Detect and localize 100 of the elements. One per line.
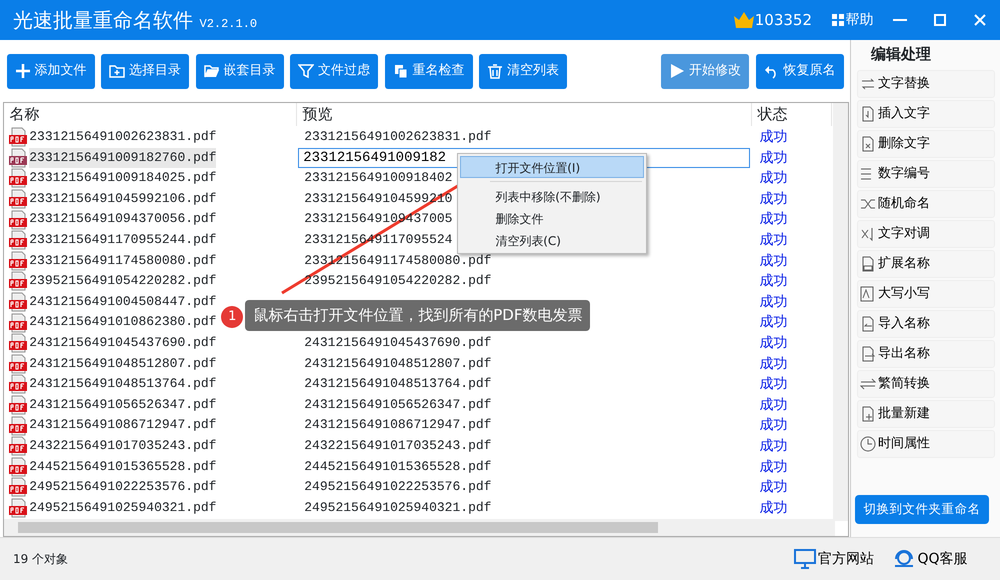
toolbar-button[interactable]: 恢复原名 <box>756 54 844 88</box>
sidebar-item[interactable]: 大写小写 <box>857 280 995 308</box>
vertical-scrollbar[interactable] <box>833 103 848 521</box>
status-text: 成功 <box>759 273 788 290</box>
import-icon <box>860 316 876 332</box>
pdf-file-icon <box>8 189 28 210</box>
column-header[interactable]: 状态 <box>752 103 832 126</box>
file-name[interactable]: 23312156491045992106.pdf <box>29 188 216 210</box>
toolbar-button[interactable]: 添加文件 <box>6 54 94 88</box>
file-name[interactable]: 24312156491048513764.pdf <box>29 374 216 395</box>
file-name[interactable]: 24452156491015365528.pdf <box>29 456 216 478</box>
file-name[interactable]: 24312156491004508447.pdf <box>29 292 216 312</box>
horizontal-scrollbar[interactable] <box>4 519 836 536</box>
preview-name: 24322156491017035243.pdf <box>304 438 492 453</box>
toolbar-button[interactable]: 重名检查 <box>384 54 472 88</box>
toolbar-button[interactable]: 清空列表 <box>479 54 567 88</box>
swap-icon <box>860 376 876 392</box>
file-name[interactable]: 23312156491009184025.pdf <box>29 168 216 189</box>
toolbar-button[interactable]: 嵌套目录 <box>196 54 284 88</box>
file-name[interactable]: 23952156491054220282.pdf <box>29 271 216 292</box>
column-header[interactable]: 预览 <box>297 103 752 126</box>
file-name[interactable]: 24312156491010862380.pdf <box>29 312 216 333</box>
file-name[interactable]: 23312156491002623831.pdf <box>29 127 216 148</box>
status-text: 成功 <box>759 376 788 392</box>
file-name[interactable]: 23312156491174580080.pdf <box>29 250 216 272</box>
help-button[interactable]: 帮助 <box>832 10 874 30</box>
file-name[interactable]: 24322156491017035243.pdf <box>29 436 216 456</box>
pdf-file-icon <box>8 456 28 477</box>
pdf-file-icon <box>8 395 28 416</box>
status-text: 成功 <box>759 479 788 496</box>
preview-name: 24312156491086712947.pdf <box>304 417 492 432</box>
folder-icon <box>204 63 220 79</box>
status-text: 成功 <box>759 438 788 454</box>
toolbar-button[interactable]: 文件过虑 <box>290 54 378 88</box>
sidebar-item[interactable]: 数字编号 <box>857 160 995 188</box>
preview-name: 2331215649100918402 <box>304 170 452 186</box>
sidebar-item[interactable]: 插入文字 <box>857 100 995 128</box>
file-plus-icon <box>860 406 876 422</box>
preview-name: 23312156491002623831.pdf <box>304 129 492 144</box>
sidebar-item[interactable]: 扩展名称 <box>857 250 995 278</box>
sidebar-item[interactable]: 随机命名 <box>857 190 995 218</box>
swap-icon <box>860 76 876 92</box>
status-text: 成功 <box>759 500 788 516</box>
preview-name: 24952156491025940321.pdf <box>304 500 492 515</box>
preview-name: 24312156491056526347.pdf <box>304 396 492 412</box>
menu-item[interactable]: 删除文件 <box>460 207 644 229</box>
pdf-file-icon <box>8 354 28 374</box>
play-icon <box>669 63 685 79</box>
file-icon <box>860 136 876 152</box>
pdf-file-icon <box>8 292 28 312</box>
sidebar-item[interactable]: 导出名称 <box>857 340 995 368</box>
monitor-icon <box>794 549 816 569</box>
file-name[interactable]: 24952156491025940321.pdf <box>29 498 216 518</box>
pdf-file-icon <box>8 333 28 354</box>
switch-mode-button[interactable]: 切换到文件夹重命名 <box>855 495 989 524</box>
preview-name: 24452156491015365528.pdf <box>304 458 492 474</box>
file-icon <box>860 106 876 122</box>
file-name[interactable]: 23312156491170955244.pdf <box>29 230 216 251</box>
file-icon <box>860 256 876 272</box>
grid-icon <box>832 14 844 26</box>
file-name[interactable]: 24312156491048512807.pdf <box>29 354 216 374</box>
sidebar-item[interactable]: 文字替换 <box>857 70 995 98</box>
footer-link[interactable]: 官方网站 <box>794 548 874 570</box>
user-id: 103352 <box>754 10 812 31</box>
sidebar-item[interactable]: 导入名称 <box>857 310 995 338</box>
pdf-file-icon <box>8 374 28 394</box>
pdf-file-icon <box>8 271 28 292</box>
file-name[interactable]: 24312156491056526347.pdf <box>29 394 216 416</box>
toolbar-button[interactable]: 选择目录 <box>101 54 189 88</box>
pdf-file-icon <box>8 250 28 271</box>
sidebar-item[interactable]: 批量新建 <box>857 400 995 428</box>
footer-link[interactable]: QQ客服 <box>893 548 968 570</box>
panel-title: 编辑处理 <box>870 44 932 66</box>
column-header[interactable]: 名称 <box>4 103 298 126</box>
step-number: 1 <box>221 306 244 328</box>
funnel-icon <box>298 63 314 79</box>
status-text: 成功 <box>759 232 788 248</box>
object-count: 19 个对象 <box>13 551 68 568</box>
menu-item[interactable]: 列表中移除(不删除) <box>460 185 644 207</box>
preview-name: 24312156491045437690.pdf <box>304 334 492 350</box>
sidebar-item[interactable]: 繁简转换 <box>857 370 995 398</box>
preview-name: 24952156491022253576.pdf <box>304 479 492 494</box>
sidebar-item[interactable]: 时间属性 <box>857 430 995 458</box>
status-text: 成功 <box>759 458 788 474</box>
file-name[interactable]: 23312156491094370056.pdf <box>29 209 216 230</box>
sidebar-item[interactable]: 删除文字 <box>857 130 995 158</box>
pdf-file-icon <box>8 477 28 498</box>
menu-item[interactable]: 打开文件位置(I) <box>460 156 644 178</box>
status-text: 成功 <box>759 294 788 310</box>
pdf-file-icon <box>8 416 28 436</box>
status-text: 成功 <box>759 150 788 166</box>
file-name[interactable]: 23312156491009182760.pdf <box>29 148 216 168</box>
headset-icon <box>893 549 916 569</box>
file-name[interactable]: 24312156491045437690.pdf <box>29 332 216 354</box>
sidebar-item[interactable]: 文字对调 <box>857 220 995 248</box>
folder-icon <box>109 63 125 79</box>
menu-item[interactable]: 清空列表(C) <box>460 229 644 251</box>
pdf-file-icon <box>8 230 28 250</box>
file-name[interactable]: 24312156491086712947.pdf <box>29 415 216 436</box>
file-name[interactable]: 24952156491022253576.pdf <box>29 477 216 498</box>
